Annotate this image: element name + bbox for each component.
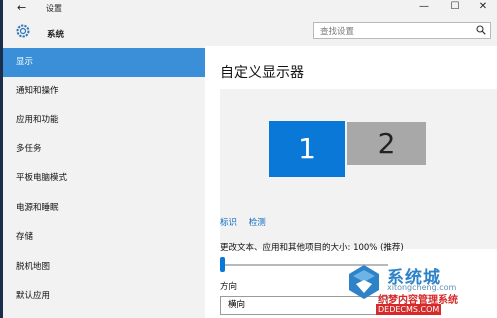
window-title: 设置 <box>46 4 62 13</box>
sidebar-item-default-apps[interactable]: 默认应用 <box>3 282 205 311</box>
sidebar-item-display[interactable]: 显示 <box>3 48 205 77</box>
maximize-icon[interactable]: ☐ <box>443 1 467 15</box>
search-input[interactable]: 查找设置 <box>313 22 491 39</box>
monitor-2[interactable]: 2 <box>347 122 426 165</box>
watermark: 系统城 xitongcheng.com 织梦内容管理系统 DEDECMS.COM <box>345 263 495 317</box>
detect-link[interactable]: 检测 <box>249 218 266 228</box>
app-title: 系统 <box>47 30 65 40</box>
search-icon[interactable] <box>476 25 486 35</box>
sidebar-item-notifications[interactable]: 通知和操作 <box>3 77 205 106</box>
sidebar-item-power-sleep[interactable]: 电源和睡眠 <box>3 194 205 223</box>
settings-header: 系统 查找设置 <box>3 16 497 46</box>
scale-label: 更改文本、应用和其他项目的大小: 100% (推荐) <box>220 243 404 253</box>
minimize-icon[interactable]: — <box>412 1 436 15</box>
gear-icon <box>16 24 30 38</box>
sidebar-item-storage[interactable]: 存储 <box>3 223 205 252</box>
sidebar-item-offline-maps[interactable]: 脱机地图 <box>3 253 205 282</box>
watermark-site-url: DEDECMS.COM <box>376 304 442 315</box>
orientation-label: 方向 <box>220 282 238 292</box>
sidebar-item-tablet-mode[interactable]: 平板电脑模式 <box>3 164 205 193</box>
page-title: 自定义显示器 <box>220 65 304 81</box>
scale-slider-thumb[interactable] <box>220 257 225 272</box>
sidebar-nav: 显示 通知和操作 应用和功能 多任务 平板电脑模式 电源和睡眠 存储 脱机地图 … <box>3 46 205 318</box>
close-icon[interactable]: ✕ <box>471 1 495 15</box>
back-arrow-icon[interactable]: ← <box>17 1 26 14</box>
sidebar-item-multitasking[interactable]: 多任务 <box>3 135 205 164</box>
identify-link[interactable]: 标识 <box>220 218 237 228</box>
search-placeholder: 查找设置 <box>320 27 355 37</box>
monitor-1[interactable]: 1 <box>269 121 345 177</box>
sidebar-item-apps[interactable]: 应用和功能 <box>3 106 205 135</box>
title-bar: ← 设置 — ☐ ✕ <box>3 0 497 16</box>
display-links: 标识 检测 <box>220 216 275 228</box>
